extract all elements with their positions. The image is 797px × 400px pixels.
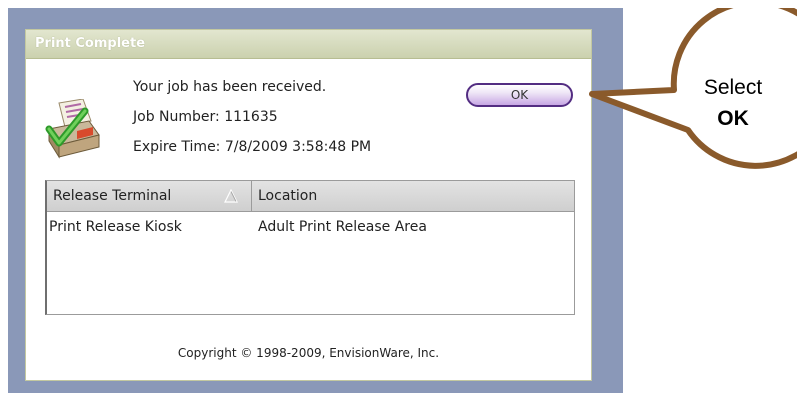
- column-header-location[interactable]: Location: [252, 181, 574, 211]
- table-cell-location: Adult Print Release Area: [258, 219, 427, 235]
- release-terminal-table[interactable]: Release Terminal Location Print Release …: [45, 180, 575, 315]
- table-cell-terminal: Print Release Kiosk: [49, 219, 182, 235]
- job-info: Your job has been received. Job Number: …: [133, 77, 371, 167]
- ok-button[interactable]: OK: [466, 83, 573, 107]
- dialog-title: Print Complete: [35, 36, 146, 51]
- column-header-label: Release Terminal: [53, 188, 172, 204]
- callout-line-1: Select: [703, 76, 763, 99]
- job-number-text: Job Number: 111635: [133, 109, 278, 125]
- callout-line-2: OK: [717, 107, 749, 130]
- expire-time-text: Expire Time: 7/8/2009 3:58:48 PM: [133, 139, 372, 155]
- printer-check-icon: [45, 99, 100, 159]
- table-row[interactable]: Print Release Kiosk Adult Print Release …: [47, 212, 574, 242]
- job-received-text: Your job has been received.: [133, 79, 327, 95]
- dialog-titlebar: Print Complete: [26, 30, 591, 59]
- print-complete-dialog: Print Complete Your job has been receive…: [25, 29, 592, 381]
- callout-text: Select OK: [683, 72, 783, 134]
- table-header: Release Terminal Location: [47, 181, 574, 212]
- sort-ascending-icon: [224, 189, 238, 203]
- copyright-text: Copyright © 1998-2009, EnvisionWare, Inc…: [177, 346, 440, 360]
- column-header-release-terminal[interactable]: Release Terminal: [47, 181, 252, 211]
- column-header-label: Location: [258, 188, 318, 204]
